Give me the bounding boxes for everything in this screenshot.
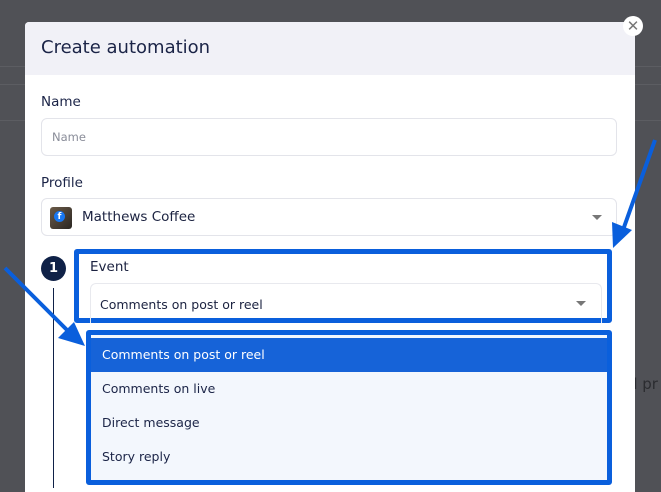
arrow-icon bbox=[3, 266, 85, 346]
arrow-icon bbox=[612, 139, 657, 248]
annotation-arrows bbox=[3, 139, 657, 346]
